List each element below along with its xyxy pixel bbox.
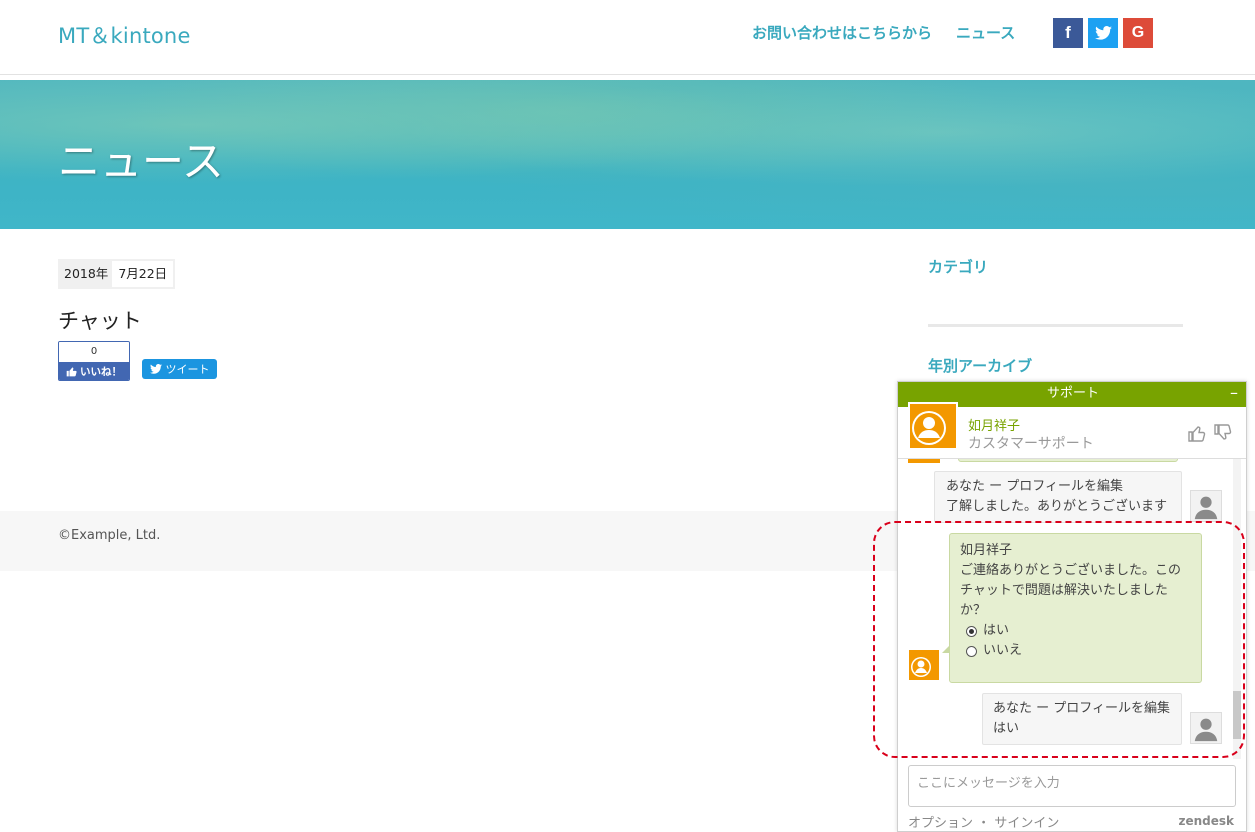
page-title: ニュース — [58, 137, 224, 186]
tweet-button[interactable]: ツイート — [142, 359, 217, 379]
facebook-like-widget[interactable]: 0 いいね！ — [58, 341, 130, 381]
post-date: 2018年 7月22日 — [58, 259, 176, 289]
agent-avatar-small-icon — [908, 459, 940, 463]
message-sender: 如月祥子 — [960, 543, 1013, 558]
like-button[interactable]: いいね！ — [59, 362, 129, 380]
copyright-text: ©Example, Ltd. — [58, 528, 161, 543]
agent-role: カスタマーサポート — [968, 436, 1094, 452]
options-link[interactable]: オプション — [908, 816, 973, 831]
thumbs-up-rate-icon[interactable] — [1187, 423, 1207, 443]
message-sender: あなた ー プロフィールを編集 — [946, 479, 1124, 494]
footer-separator: ・ — [977, 816, 991, 831]
facebook-icon[interactable]: f — [1053, 18, 1083, 48]
agent-bubble-tail — [942, 645, 950, 653]
agent-info-bar: 如月祥子 カスタマーサポート — [898, 402, 1246, 459]
minimize-icon[interactable]: – — [1230, 382, 1238, 404]
chat-title: サポート — [1046, 386, 1099, 401]
option-no[interactable]: いいえ — [966, 641, 1191, 661]
like-count: 0 — [59, 342, 129, 362]
previous-agent-bubble-edge — [958, 459, 1178, 462]
page-root: MT＆kintone お問い合わせはこちらから ニュース f G ニュース 20… — [0, 0, 1255, 832]
radio-yes[interactable] — [966, 625, 977, 637]
zendesk-logo[interactable]: zendesk — [1178, 814, 1234, 828]
radio-no[interactable] — [966, 645, 977, 657]
agent-name: 如月祥子 — [968, 419, 1021, 434]
message-sender: あなた ー プロフィールを編集 — [993, 701, 1171, 716]
nav-contact-link[interactable]: お問い合わせはこちらから — [752, 22, 932, 43]
chat-message-user: あなた ー プロフィールを編集 はい — [982, 693, 1182, 745]
agent-avatar-small-icon — [908, 649, 940, 681]
site-header: MT＆kintone お問い合わせはこちらから ニュース f G — [0, 0, 1255, 75]
google-icon[interactable]: G — [1123, 18, 1153, 48]
nav-news-link[interactable]: ニュース — [956, 22, 1015, 43]
option-yes-label: はい — [983, 623, 1010, 638]
sidebar-divider — [928, 324, 1183, 327]
post-title: チャット — [58, 309, 142, 333]
chat-transcript[interactable]: あなた ー プロフィールを編集 了解しました。ありがとうございます 如月祥子 ご… — [898, 459, 1246, 761]
message-text: はい — [993, 721, 1020, 736]
agent-avatar-icon — [908, 402, 958, 450]
twitter-bird-icon — [1094, 26, 1112, 40]
chat-widget: サポート – 如月祥子 カスタマーサポート あなた ー プロフィールを編集 了解 — [897, 381, 1247, 832]
user-avatar-icon — [1190, 712, 1222, 744]
twitter-icon[interactable] — [1088, 18, 1118, 48]
option-yes[interactable]: はい — [966, 621, 1191, 641]
google-letter: G — [1131, 24, 1145, 41]
facebook-letter: f — [1065, 23, 1071, 42]
message-text: ご連絡ありがとうございました。このチャットで問題は解決いたしましたか？ — [960, 563, 1182, 618]
sidebar-category-heading[interactable]: カテゴリ — [928, 256, 988, 277]
option-no-label: いいえ — [983, 643, 1023, 658]
site-brand-link[interactable]: MT＆kintone — [58, 20, 191, 50]
user-avatar-icon — [1190, 490, 1222, 522]
like-button-label: いいね！ — [80, 366, 122, 378]
message-text: 了解しました。ありがとうございます — [946, 499, 1168, 514]
chat-message-input[interactable] — [908, 765, 1236, 807]
chat-message-user: あなた ー プロフィールを編集 了解しました。ありがとうございます — [934, 471, 1182, 523]
thumbs-up-icon — [66, 367, 77, 377]
post-date-day: 7月22日 — [112, 261, 174, 287]
chat-scrollbar-thumb[interactable] — [1233, 691, 1241, 739]
post-date-year: 2018年 — [64, 266, 109, 281]
sidebar-archive-heading[interactable]: 年別アーカイブ — [928, 355, 1032, 376]
hero-banner: ニュース — [0, 80, 1255, 229]
tweet-button-label: ツイート — [165, 363, 210, 376]
thumbs-down-rate-icon[interactable] — [1213, 423, 1233, 443]
chat-message-agent: 如月祥子 ご連絡ありがとうございました。このチャットで問題は解決いたしましたか？… — [949, 533, 1202, 683]
twitter-bird-small-icon — [149, 364, 162, 374]
chat-footer-links: オプション ・ サインイン — [908, 812, 1059, 831]
signin-link[interactable]: サインイン — [994, 816, 1059, 831]
